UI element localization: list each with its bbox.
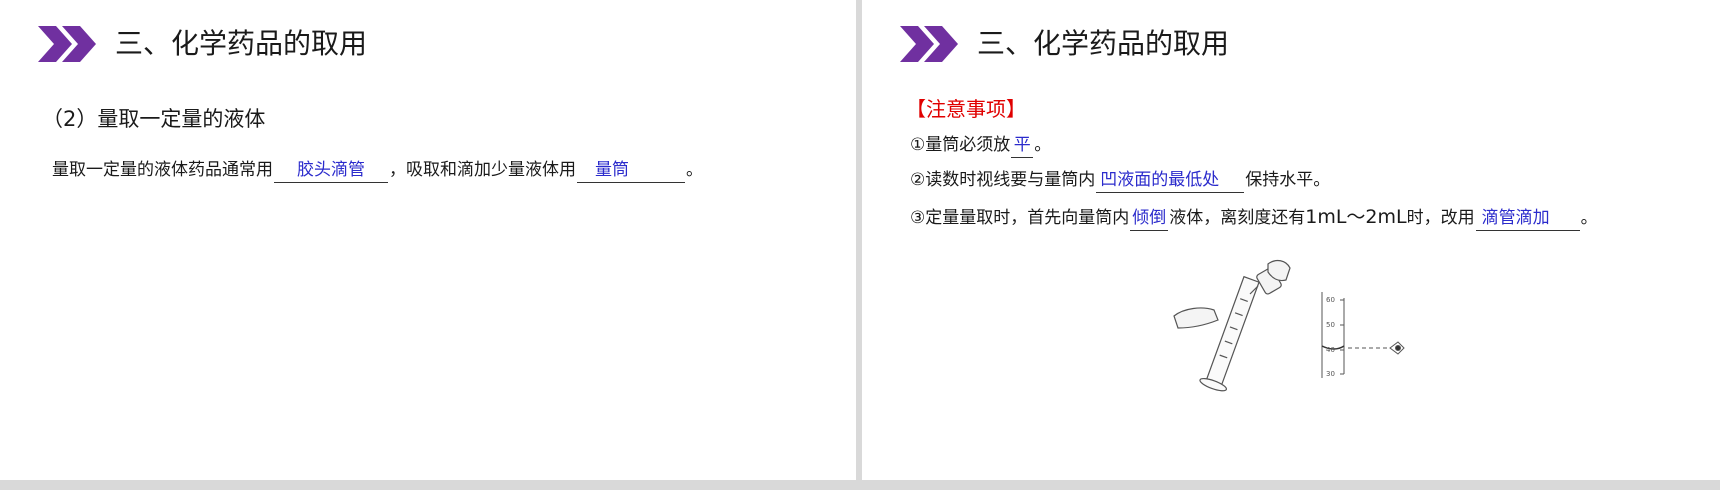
notice-heading: 【注意事项】	[906, 97, 1026, 121]
answer-text: 滴管滴加	[1481, 208, 1550, 228]
answer-text: 平	[1013, 135, 1031, 155]
answer-blank: 量筒	[577, 160, 685, 183]
answer-text: 凹液面的最低处	[1100, 170, 1220, 190]
slide-title: 三、化学药品的取用	[977, 27, 1230, 60]
item-text: 保持水平。	[1245, 170, 1331, 190]
sentence-line: 量取一定量的液体药品通常用 胶头滴管 ，吸取和滴加少量液体用 量筒 。	[52, 157, 703, 183]
scale-reading-illustration: 60 50 40 30	[1321, 292, 1405, 378]
slide-left: 三、化学药品的取用 （2）量取一定量的液体 量取一定量的液体药品通常用 胶头滴管 ，…	[0, 0, 856, 480]
range-text: 1mL～2mL	[1305, 206, 1407, 228]
answer-blank: 凹液面的最低处	[1096, 170, 1245, 193]
slide-title: 三、化学药品的取用	[115, 27, 368, 60]
item-text: ②读数时视线要与量筒内	[910, 170, 1096, 190]
scale-tick-label: 30	[1326, 370, 1335, 378]
pouring-cylinder-illustration	[1173, 259, 1291, 392]
notice-item-3: ③定量量取时，首先向量筒内 倾倒 液体，离刻度还有1mL～2mL时，改用 滴管滴加 。	[910, 204, 1598, 231]
sentence-text: ，吸取和滴加少量液体用	[389, 160, 576, 180]
notice-item-1: ①量筒必须放平。	[910, 132, 1051, 158]
scale-tick-label: 60	[1326, 296, 1335, 304]
answer-blank: 倾倒	[1130, 208, 1169, 231]
sentence-text: 。	[686, 160, 703, 180]
chevron-logo-icon	[38, 26, 96, 62]
item-text: 。	[1580, 208, 1598, 228]
sentence-text: 量取一定量的液体药品通常用	[52, 160, 273, 180]
item-text: ③定量量取时，首先向量筒内	[910, 208, 1130, 228]
item-text: 液体，离刻度还有	[1169, 208, 1306, 228]
answer-blank: 胶头滴管	[274, 160, 388, 183]
answer-text: 胶头滴管	[297, 160, 365, 180]
answer-text: 倾倒	[1132, 208, 1167, 228]
chevron-logo-icon	[900, 26, 958, 62]
subheading: （2）量取一定量的液体	[42, 107, 266, 131]
answer-text: 量筒	[595, 160, 629, 180]
notice-item-2: ②读数时视线要与量筒内 凹液面的最低处 保持水平。	[910, 167, 1330, 193]
item-text: 。	[1034, 135, 1052, 155]
scale-tick-label: 50	[1326, 321, 1335, 329]
item-text: 时，改用	[1406, 208, 1475, 228]
answer-blank: 滴管滴加	[1475, 208, 1580, 231]
answer-blank: 平	[1011, 135, 1034, 158]
item-text: ①量筒必须放	[910, 135, 1011, 155]
scale-tick-label: 40	[1326, 346, 1335, 354]
slide-right: 三、化学药品的取用 【注意事项】 ①量筒必须放平。 ②读数时视线要与量筒内 凹液面…	[862, 0, 1720, 480]
